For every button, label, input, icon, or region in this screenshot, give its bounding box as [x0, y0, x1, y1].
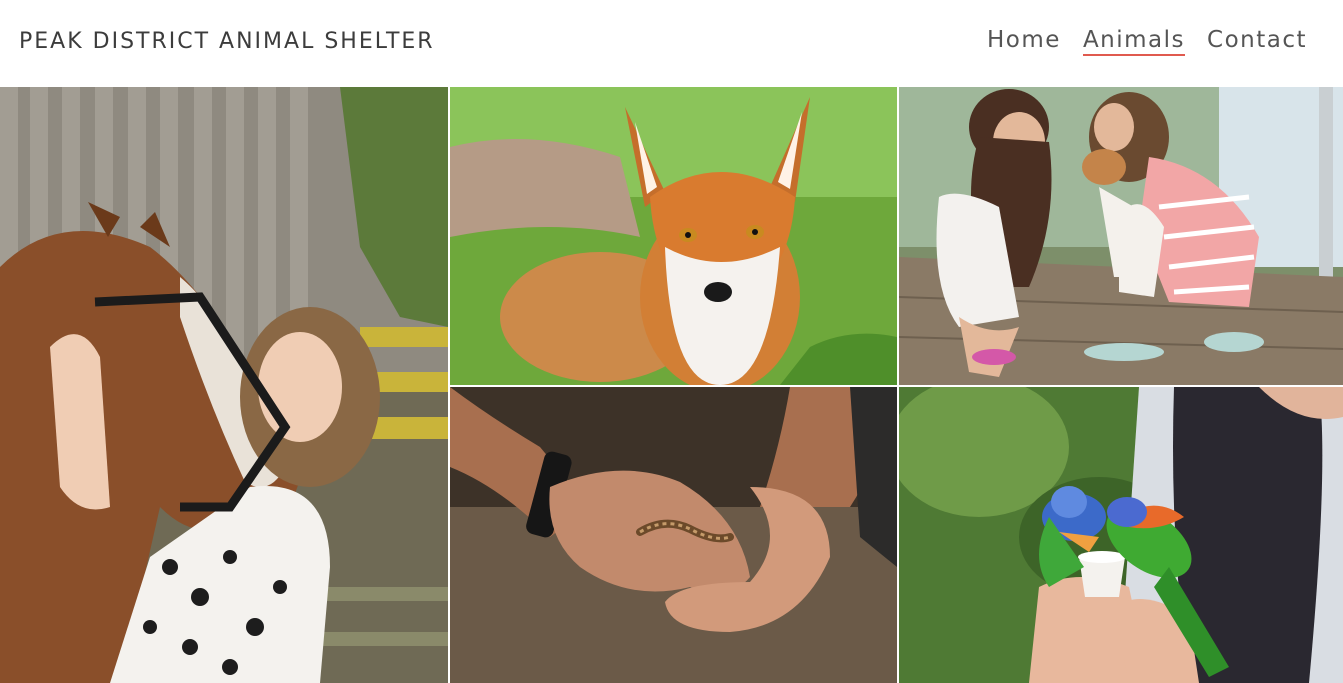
photo-hands-holding-snake[interactable] [450, 387, 897, 683]
photo-gallery [0, 87, 1343, 683]
main-nav: Home Animals Contact [987, 27, 1307, 56]
photo-girl-hugging-horse[interactable] [0, 87, 448, 683]
site-header: PEAK DISTRICT ANIMAL SHELTER Home Animal… [0, 0, 1343, 87]
photo-red-fox-in-grass[interactable] [450, 87, 897, 385]
nav-home-link[interactable]: Home [987, 27, 1061, 56]
photo-lorikeets-feeding[interactable] [899, 387, 1343, 683]
site-title[interactable]: PEAK DISTRICT ANIMAL SHELTER [19, 29, 435, 54]
photo-girls-with-puppy[interactable] [899, 87, 1343, 385]
nav-contact-link[interactable]: Contact [1207, 27, 1307, 56]
nav-animals-link[interactable]: Animals [1082, 27, 1186, 56]
